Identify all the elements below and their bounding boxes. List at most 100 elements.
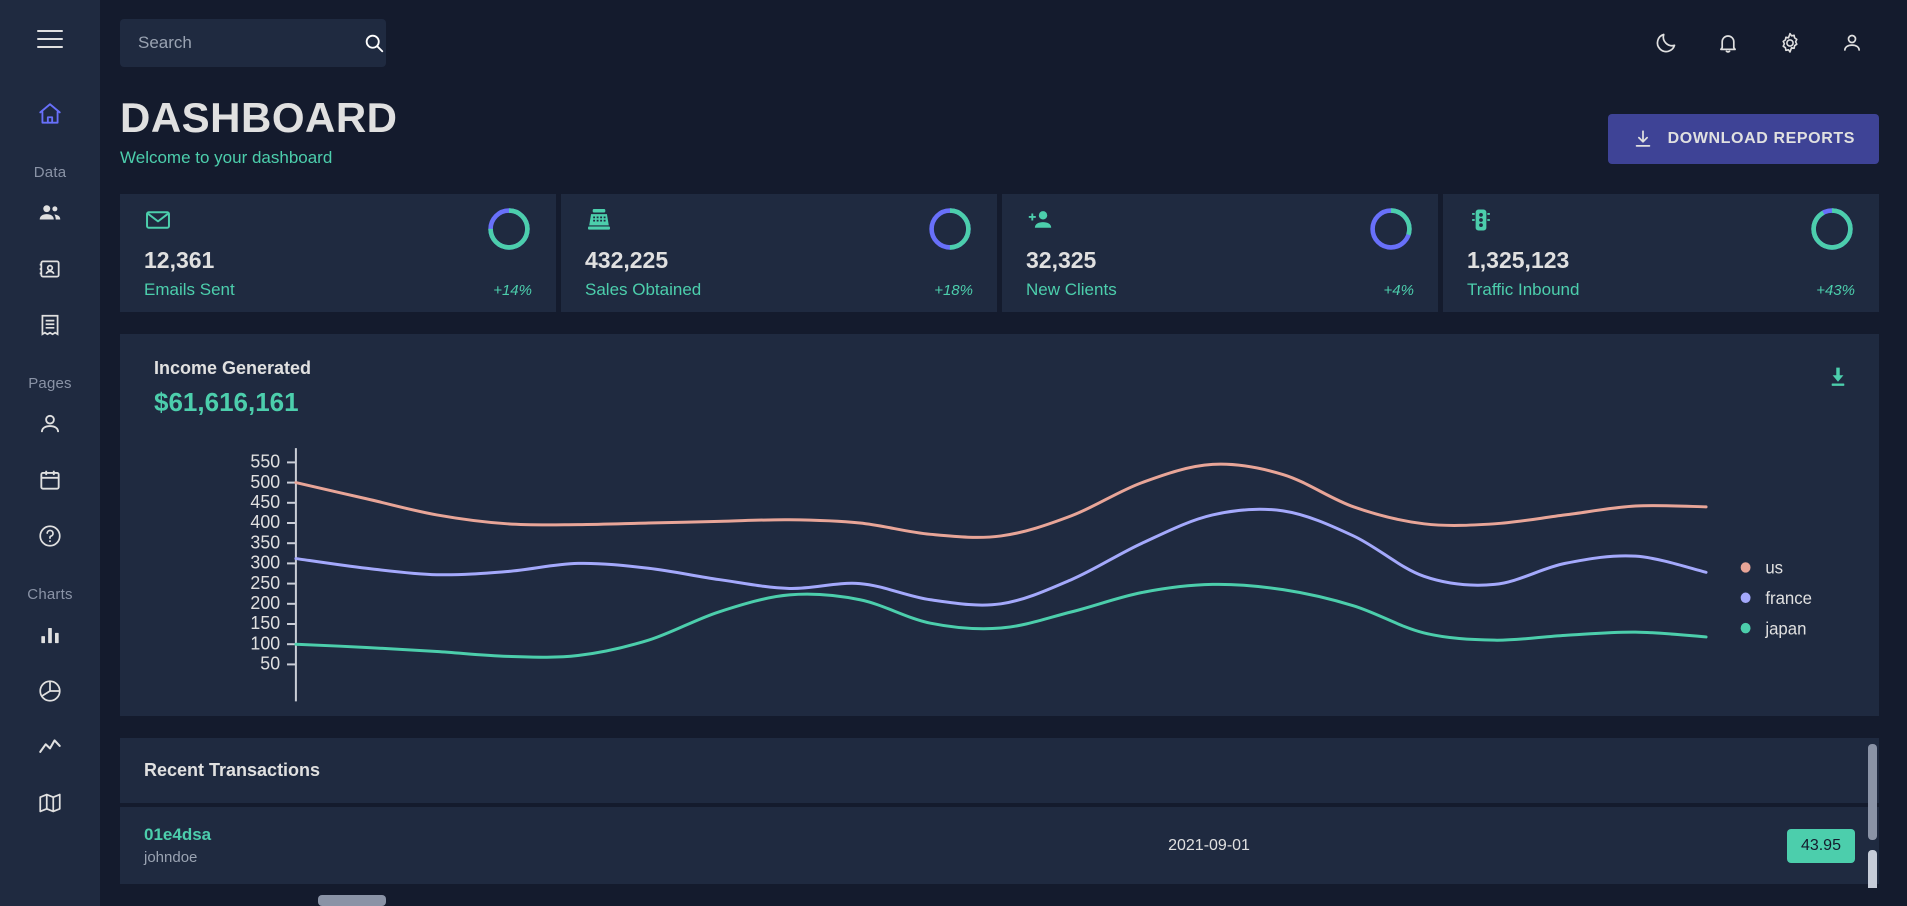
progress-circle (929, 208, 971, 250)
y-axis-tick-label: 300 (250, 551, 280, 573)
stat-label: New Clients (1026, 280, 1117, 300)
download-reports-button[interactable]: DOWNLOAD REPORTS (1607, 114, 1879, 165)
stat-card-info: 12,361 (144, 206, 214, 274)
sidebar-section-data: Data (33, 164, 67, 181)
stat-card-top: 1,325,123 (1467, 206, 1855, 274)
chart-header: Income Generated $61,616,161 (154, 358, 1857, 418)
profile-button[interactable] (1831, 22, 1873, 64)
download-icon (1831, 367, 1845, 386)
legend-label-japan: japan (1764, 618, 1806, 639)
page-heading-block: DASHBOARD Welcome to your dashboard (120, 94, 398, 168)
stat-value: 1,325,123 (1467, 247, 1570, 274)
pie-chart-icon (39, 680, 61, 702)
line-chart-area: 50 100 150 200 250 300 350 400 450 500 550 us france… (120, 444, 1879, 716)
stat-card-bottom: Emails Sent +14% (144, 280, 532, 300)
person-add-icon (1028, 211, 1052, 228)
stat-card-grid: 12,361 Emails Sent +14% 432,225 Sales Ob… (120, 194, 1879, 313)
traffic-icon (1472, 209, 1490, 231)
line-chart-icon (39, 739, 61, 753)
stat-label: Emails Sent (144, 280, 235, 300)
stat-value: 432,225 (585, 247, 669, 274)
y-axis-tick-label: 250 (250, 571, 280, 593)
income-generated-panel: Income Generated $61,616,161 50 100 150 200… (120, 334, 1879, 717)
stat-card-traffic-inbound[interactable]: 1,325,123 Traffic Inbound +43% (1443, 194, 1879, 313)
stat-card-top: 432,225 (585, 206, 973, 274)
progress-circle (1370, 208, 1412, 250)
line-series-japan (296, 584, 1706, 657)
sidebar-item-bar-chart[interactable] (30, 615, 70, 655)
sidebar-item-manage-team[interactable] (30, 193, 70, 233)
stat-card-top: 12,361 (144, 206, 532, 274)
bar-chart-icon (41, 627, 59, 644)
sidebar-item-invoices-balances[interactable] (30, 305, 70, 345)
stat-card-sales-obtained[interactable]: 432,225 Sales Obtained +18% (561, 194, 997, 313)
legend-swatch-france (1740, 592, 1751, 604)
sidebar-item-contacts-information[interactable] (30, 249, 70, 289)
profile-icon (1843, 34, 1861, 51)
transaction-identity: 01e4dsa johndoe (144, 825, 211, 866)
notifications-button[interactable] (1707, 22, 1749, 64)
map-icon (39, 793, 61, 813)
transactions-title: Recent Transactions (144, 760, 321, 781)
y-axis-tick-label: 450 (250, 491, 280, 513)
line-series-us (296, 464, 1706, 537)
chart-download-button[interactable] (1819, 358, 1857, 399)
sidebar-item-geography-chart[interactable] (30, 783, 70, 823)
contacts-icon (39, 260, 60, 278)
sidebar-item-faq-page[interactable] (30, 516, 70, 556)
table-row[interactable]: 01e4dsa johndoe 2021-09-01 43.95 (120, 807, 1879, 889)
vertical-scrollbar-thumb[interactable] (1868, 744, 1877, 841)
notifications-icon (1720, 35, 1736, 53)
settings-icon (1782, 32, 1798, 53)
sidebar-section-charts: Charts (27, 586, 73, 603)
menu-burger-icon[interactable] (37, 30, 63, 48)
y-axis-tick-label: 50 (260, 652, 280, 674)
sidebar-item-profile-form[interactable] (30, 404, 70, 444)
chart-title-block: Income Generated $61,616,161 (154, 358, 311, 418)
dark-mode-toggle[interactable] (1645, 22, 1687, 64)
sidebar-section-pages: Pages (28, 375, 72, 392)
stat-card-bottom: New Clients +4% (1026, 280, 1414, 300)
stat-value: 32,325 (1026, 247, 1097, 274)
stat-label: Traffic Inbound (1467, 280, 1580, 300)
search-bar[interactable] (120, 19, 386, 67)
topbar-icon-group (1645, 22, 1879, 64)
burger-line (37, 46, 63, 48)
download-reports-label: DOWNLOAD REPORTS (1667, 130, 1855, 148)
sidebar-item-home[interactable] (30, 94, 70, 134)
download-icon (1635, 130, 1650, 147)
sidebar-item-pie-chart[interactable] (30, 671, 70, 711)
vertical-scrollbar-thumb-secondary[interactable] (1868, 850, 1877, 889)
stat-delta: +43% (1816, 281, 1855, 299)
page-subtitle: Welcome to your dashboard (120, 148, 333, 168)
stat-value: 12,361 (144, 247, 215, 274)
traffic-icon-wrap (1467, 209, 1495, 238)
point-of-sale-icon (588, 209, 610, 230)
sidebar-item-line-chart[interactable] (30, 727, 70, 767)
y-axis-tick-label: 550 (250, 450, 280, 472)
transaction-date: 2021-09-01 (1168, 836, 1250, 854)
sidebar-item-calendar[interactable] (30, 460, 70, 500)
legend-swatch-us (1740, 562, 1751, 573)
main-content: DASHBOARD Welcome to your dashboard DOWN… (100, 0, 1907, 906)
stat-card-emails-sent[interactable]: 12,361 Emails Sent +14% (120, 194, 556, 313)
stat-card-bottom: Sales Obtained +18% (585, 280, 973, 300)
stat-card-new-clients[interactable]: 32,325 New Clients +4% (1002, 194, 1438, 313)
y-axis-tick-label: 200 (250, 592, 280, 614)
chart-amount: $61,616,161 (154, 387, 299, 418)
stat-card-info: 1,325,123 (1467, 206, 1569, 274)
person-icon (40, 414, 60, 433)
search-input[interactable] (138, 33, 359, 53)
topbar (120, 0, 1879, 72)
search-button[interactable] (359, 28, 389, 58)
settings-button[interactable] (1769, 22, 1811, 64)
calendar-icon (40, 470, 60, 490)
receipt-icon (41, 314, 59, 336)
person-add-icon-wrap (1026, 211, 1054, 238)
transaction-id[interactable]: 01e4dsa (144, 825, 211, 845)
line-chart-svg[interactable]: 50100150200250300350400450500550 us france… (120, 444, 1879, 716)
stat-card-info: 32,325 (1026, 206, 1096, 274)
y-axis-tick-label: 500 (250, 470, 280, 492)
horizontal-scrollbar-thumb[interactable] (318, 895, 386, 906)
page-title: DASHBOARD (120, 94, 398, 141)
